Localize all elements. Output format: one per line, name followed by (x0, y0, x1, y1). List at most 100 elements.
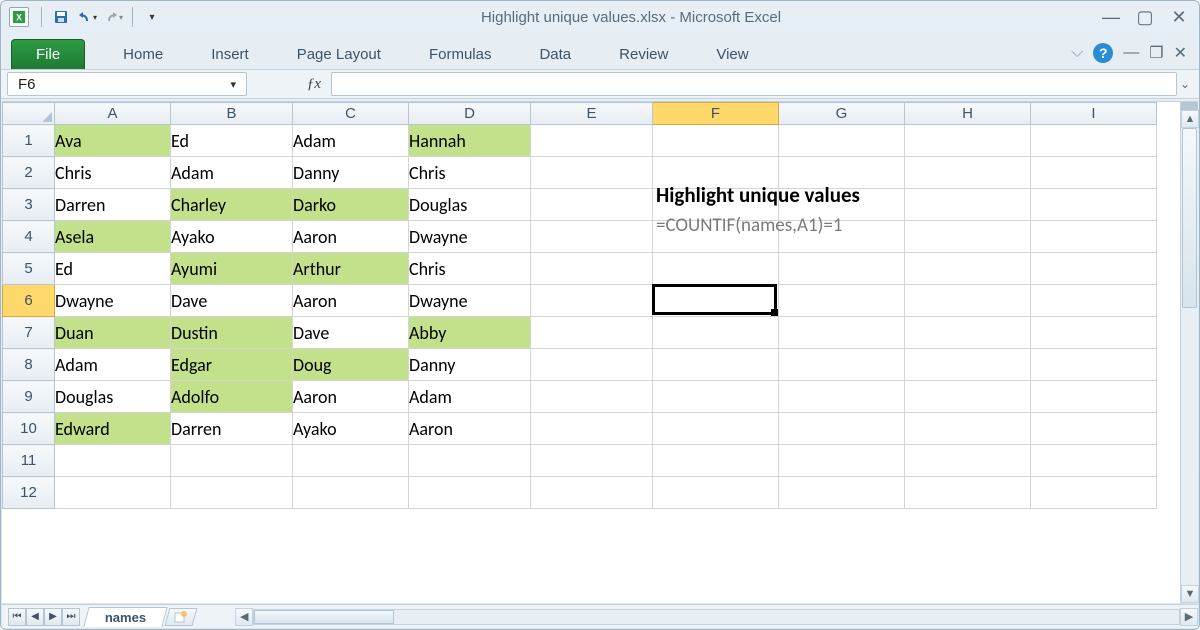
cell-I2[interactable] (1031, 157, 1157, 189)
cell-G7[interactable] (779, 317, 905, 349)
cell-G10[interactable] (779, 413, 905, 445)
cell-B12[interactable] (171, 477, 293, 509)
col-header-E[interactable]: E (531, 103, 653, 125)
cell-I5[interactable] (1031, 253, 1157, 285)
cell-G2[interactable] (779, 157, 905, 189)
cell-C9[interactable]: Aaron (293, 381, 409, 413)
cell-I9[interactable] (1031, 381, 1157, 413)
cell-I6[interactable] (1031, 285, 1157, 317)
tab-nav-prev-icon[interactable]: ◀ (26, 608, 44, 626)
cell-B5[interactable]: Ayumi (171, 253, 293, 285)
cell-E10[interactable] (531, 413, 653, 445)
qat-customize-icon[interactable]: ▾ (141, 6, 163, 28)
cell-E5[interactable] (531, 253, 653, 285)
cell-D5[interactable]: Chris (409, 253, 531, 285)
cell-H8[interactable] (905, 349, 1031, 381)
cell-B6[interactable]: Dave (171, 285, 293, 317)
ribbon-tab-review[interactable]: Review (601, 40, 686, 69)
grid[interactable]: ABCDEFGHI1AvaEdAdamHannah2ChrisAdamDanny… (2, 102, 1180, 603)
cell-D12[interactable] (409, 477, 531, 509)
cell-E11[interactable] (531, 445, 653, 477)
horizontal-scrollbar[interactable]: ◀ ▶ (235, 608, 1198, 626)
formula-input[interactable] (331, 72, 1177, 96)
row-header-8[interactable]: 8 (3, 349, 55, 381)
ribbon-tab-insert[interactable]: Insert (193, 40, 267, 69)
cell-E6[interactable] (531, 285, 653, 317)
cell-G8[interactable] (779, 349, 905, 381)
cell-B2[interactable]: Adam (171, 157, 293, 189)
fx-icon[interactable]: ƒx (307, 76, 321, 93)
cell-H6[interactable] (905, 285, 1031, 317)
cell-H12[interactable] (905, 477, 1031, 509)
scroll-up-icon[interactable]: ▲ (1181, 110, 1199, 128)
doc-minimize-button[interactable]: — (1123, 44, 1139, 62)
cell-E7[interactable] (531, 317, 653, 349)
tab-nav-next-icon[interactable]: ▶ (44, 608, 62, 626)
cell-H4[interactable] (905, 221, 1031, 253)
cell-D2[interactable]: Chris (409, 157, 531, 189)
cell-F7[interactable] (653, 317, 779, 349)
doc-restore-button[interactable]: ❐ (1149, 43, 1163, 63)
cell-D7[interactable]: Abby (409, 317, 531, 349)
cell-A12[interactable] (55, 477, 171, 509)
cell-H3[interactable] (905, 189, 1031, 221)
cell-D3[interactable]: Douglas (409, 189, 531, 221)
cell-F10[interactable] (653, 413, 779, 445)
cell-A1[interactable]: Ava (55, 125, 171, 157)
cell-D9[interactable]: Adam (409, 381, 531, 413)
cell-C5[interactable]: Arthur (293, 253, 409, 285)
cell-F11[interactable] (653, 445, 779, 477)
cell-A4[interactable]: Asela (55, 221, 171, 253)
col-header-F[interactable]: F (653, 103, 779, 125)
col-header-G[interactable]: G (779, 103, 905, 125)
cell-G3[interactable] (779, 189, 905, 221)
cell-D6[interactable]: Dwayne (409, 285, 531, 317)
scroll-down-icon[interactable]: ▼ (1181, 585, 1199, 603)
cell-F9[interactable] (653, 381, 779, 413)
cell-F6[interactable] (653, 285, 779, 317)
redo-icon[interactable]: ▾ (102, 6, 124, 28)
cell-B9[interactable]: Adolfo (171, 381, 293, 413)
cell-A9[interactable]: Douglas (55, 381, 171, 413)
vertical-scrollbar[interactable]: ▲ ▼ (1180, 102, 1198, 603)
row-header-5[interactable]: 5 (3, 253, 55, 285)
cell-C12[interactable] (293, 477, 409, 509)
cell-C4[interactable]: Aaron (293, 221, 409, 253)
cell-H7[interactable] (905, 317, 1031, 349)
save-icon[interactable] (50, 6, 72, 28)
tab-nav-first-icon[interactable]: ⏮ (8, 608, 26, 626)
cell-D4[interactable]: Dwayne (409, 221, 531, 253)
row-header-11[interactable]: 11 (3, 445, 55, 477)
cell-G5[interactable] (779, 253, 905, 285)
col-header-D[interactable]: D (409, 103, 531, 125)
row-header-12[interactable]: 12 (3, 477, 55, 509)
cell-F3[interactable] (653, 189, 779, 221)
col-header-I[interactable]: I (1031, 103, 1157, 125)
cell-H10[interactable] (905, 413, 1031, 445)
ribbon-tab-page-layout[interactable]: Page Layout (279, 40, 399, 69)
hscroll-thumb[interactable] (254, 610, 394, 624)
cell-H11[interactable] (905, 445, 1031, 477)
maximize-button[interactable]: ▢ (1133, 7, 1157, 27)
cell-I11[interactable] (1031, 445, 1157, 477)
doc-close-button[interactable]: ✕ (1174, 43, 1187, 63)
cell-E1[interactable] (531, 125, 653, 157)
cell-F12[interactable] (653, 477, 779, 509)
cell-I4[interactable] (1031, 221, 1157, 253)
cell-I8[interactable] (1031, 349, 1157, 381)
col-header-C[interactable]: C (293, 103, 409, 125)
cell-G12[interactable] (779, 477, 905, 509)
cell-G1[interactable] (779, 125, 905, 157)
cell-A8[interactable]: Adam (55, 349, 171, 381)
row-header-9[interactable]: 9 (3, 381, 55, 413)
cell-B8[interactable]: Edgar (171, 349, 293, 381)
cell-I3[interactable] (1031, 189, 1157, 221)
cell-C6[interactable]: Aaron (293, 285, 409, 317)
minimize-button[interactable]: — (1099, 7, 1123, 27)
cell-F4[interactable] (653, 221, 779, 253)
cell-B4[interactable]: Ayako (171, 221, 293, 253)
cell-E3[interactable] (531, 189, 653, 221)
name-box-dropdown-icon[interactable]: ▾ (230, 78, 236, 91)
ribbon-minimize-icon[interactable]: ⌵ (1071, 44, 1083, 62)
scroll-right-icon[interactable]: ▶ (1180, 608, 1198, 626)
